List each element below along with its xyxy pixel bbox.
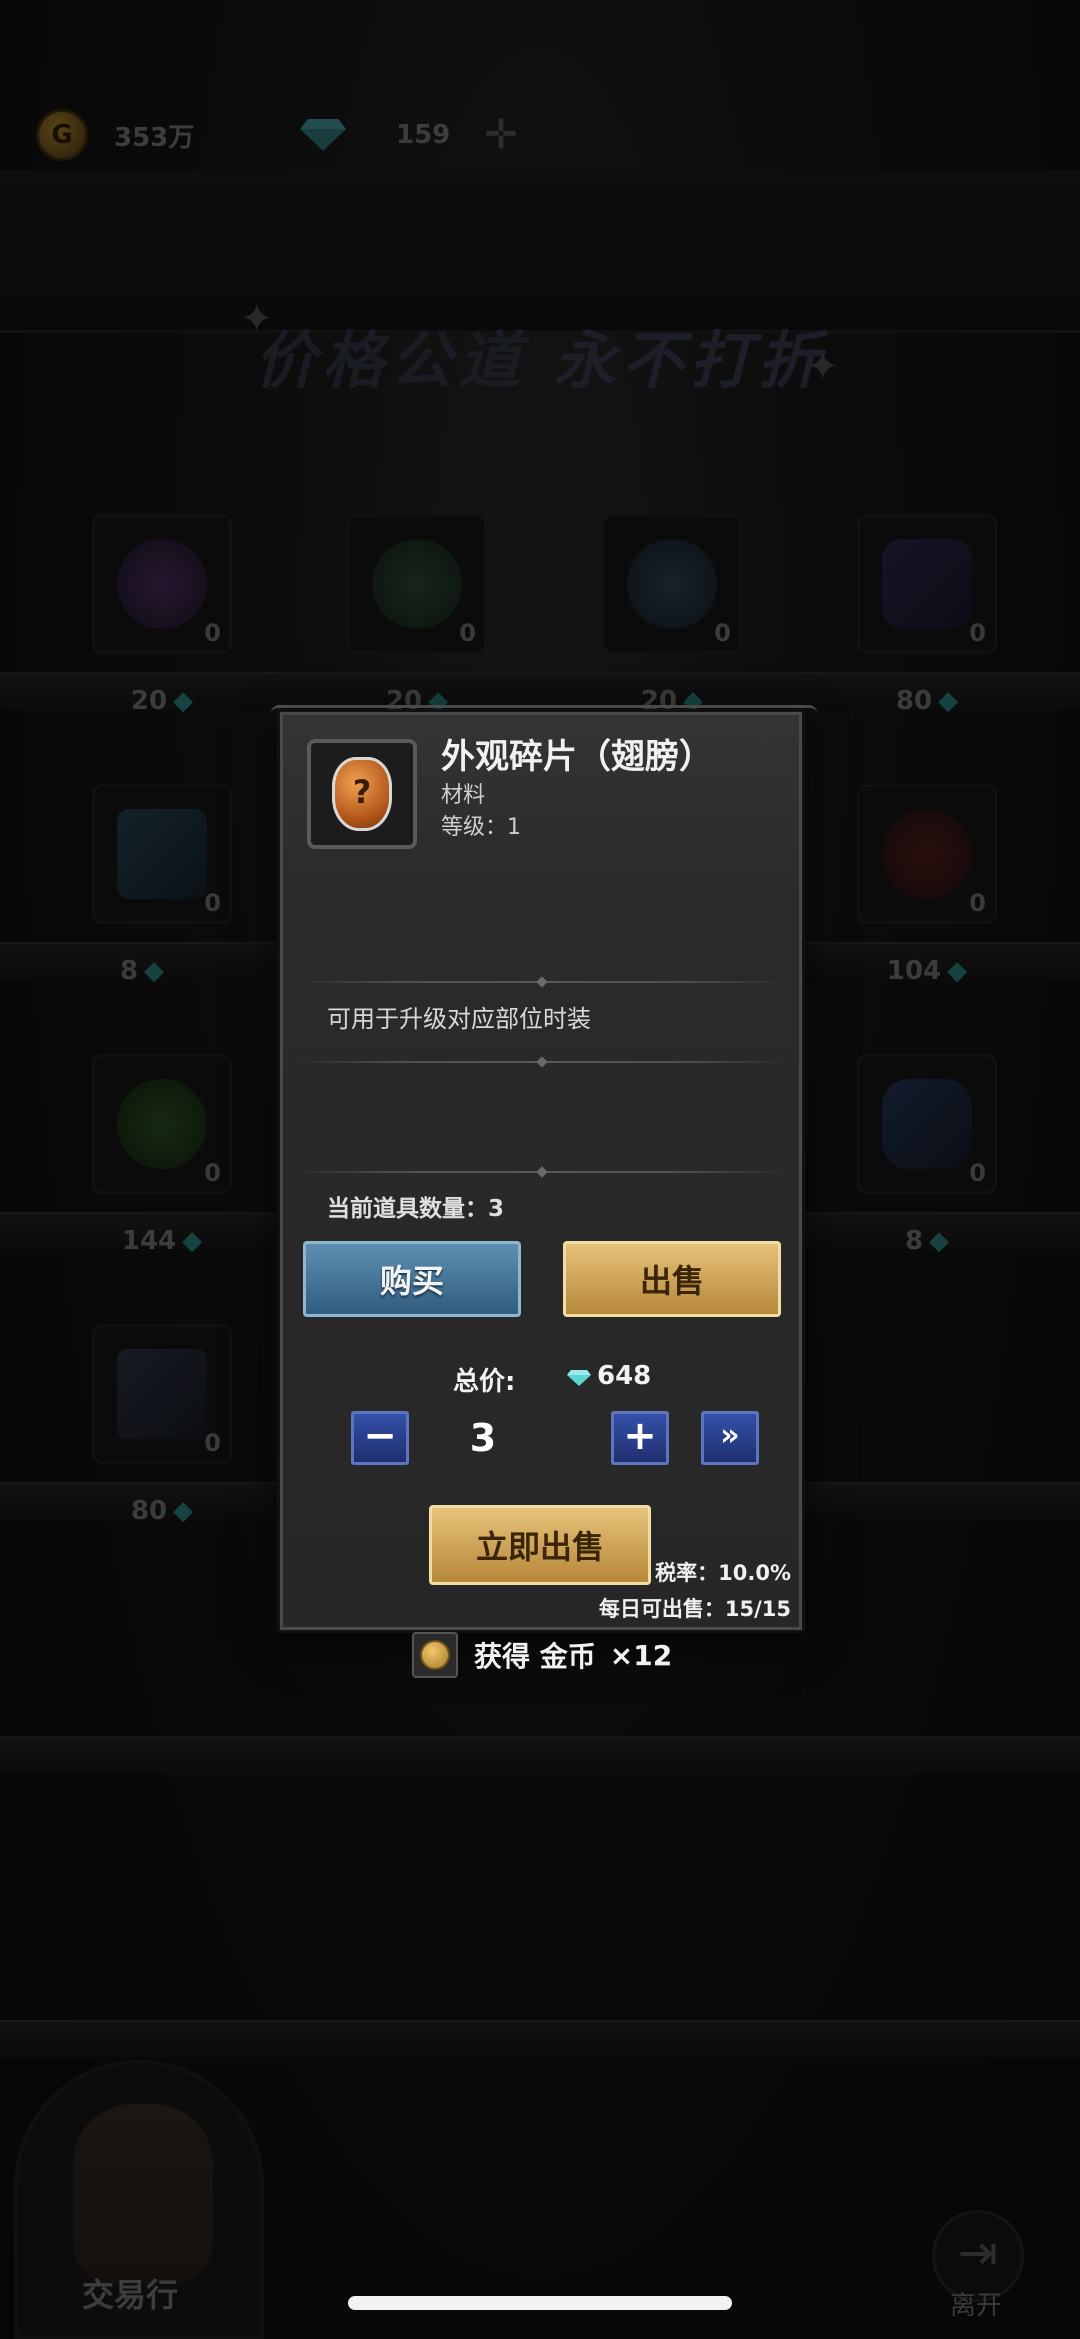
buy-tab-button[interactable]: 购买	[303, 1241, 521, 1317]
item-icon-frame: ?	[307, 739, 417, 849]
diamond-icon	[567, 1370, 591, 1386]
item-level: 等级：1	[441, 815, 521, 840]
sell-now-button[interactable]: 立即出售	[429, 1505, 651, 1585]
item-trade-dialog: ? 外观碎片（翅膀） 材料 等级：1 可用于升级对应部位时装 当前道具数量：3 …	[271, 705, 817, 1630]
total-price-value: 648	[597, 1361, 652, 1391]
reward-count: ×12	[609, 1638, 673, 1672]
daily-sell-limit: 每日可出售：15/15	[598, 1597, 791, 1621]
item-name: 外观碎片（翅膀）	[441, 737, 713, 777]
divider	[297, 1061, 787, 1063]
increase-quantity-button[interactable]: +	[611, 1411, 669, 1465]
gold-coin-icon	[412, 1632, 458, 1678]
dialog-ornament	[271, 705, 817, 716]
quantity-value: 3	[469, 1416, 497, 1460]
max-quantity-button[interactable]: »	[701, 1411, 759, 1465]
divider	[297, 981, 787, 983]
sell-tab-button[interactable]: 出售	[563, 1241, 781, 1317]
home-indicator[interactable]	[348, 2296, 732, 2310]
owned-quantity: 当前道具数量：3	[327, 1196, 505, 1222]
divider	[297, 1171, 787, 1173]
item-type: 材料	[441, 783, 486, 808]
total-price-label: 总价:	[453, 1367, 516, 1397]
sell-reward: 获得 金币 ×12	[412, 1632, 672, 1678]
reward-text: 获得 金币	[474, 1640, 596, 1673]
item-description: 可用于升级对应部位时装	[327, 1005, 591, 1033]
decrease-quantity-button[interactable]: −	[351, 1411, 409, 1465]
tax-rate: 税率：10.0%	[655, 1561, 791, 1585]
wing-fragment-icon: ?	[332, 757, 392, 831]
